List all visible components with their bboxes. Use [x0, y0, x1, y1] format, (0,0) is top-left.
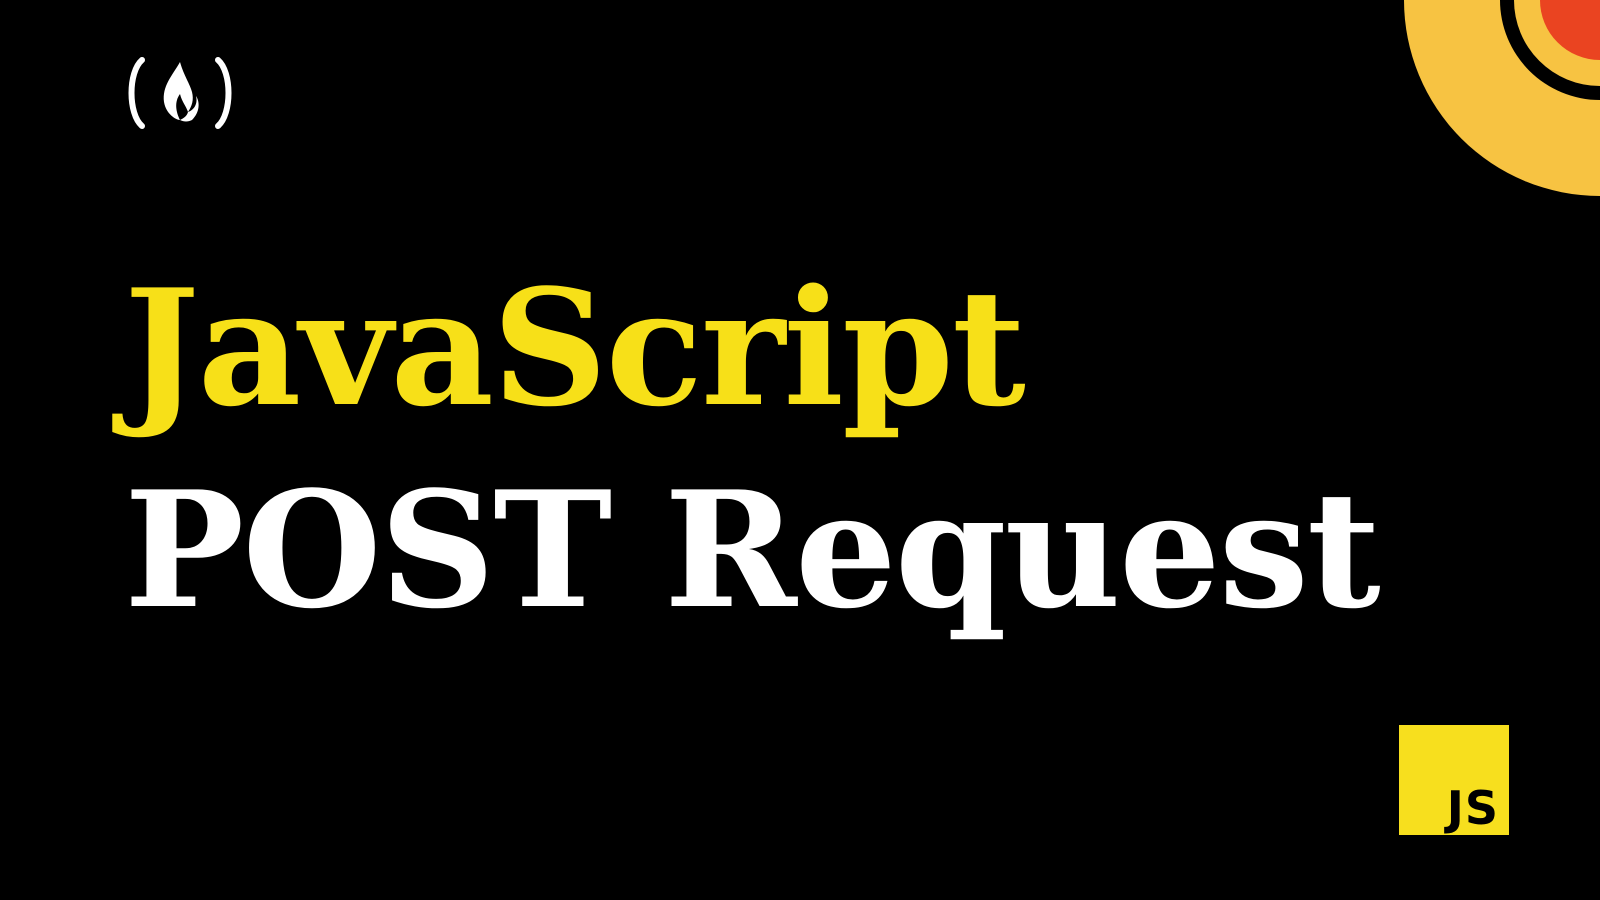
headline-line-2: POST Request: [124, 456, 1381, 644]
javascript-badge-icon: JS: [1399, 725, 1509, 835]
headline-line-1: JavaScript: [124, 254, 1026, 442]
freecodecamp-logo-icon: [124, 56, 236, 132]
thumbnail-canvas: JavaScript POST Request JS: [0, 0, 1600, 900]
javascript-badge-label: JS: [1446, 781, 1499, 835]
corner-decoration-icon: [1400, 0, 1600, 200]
